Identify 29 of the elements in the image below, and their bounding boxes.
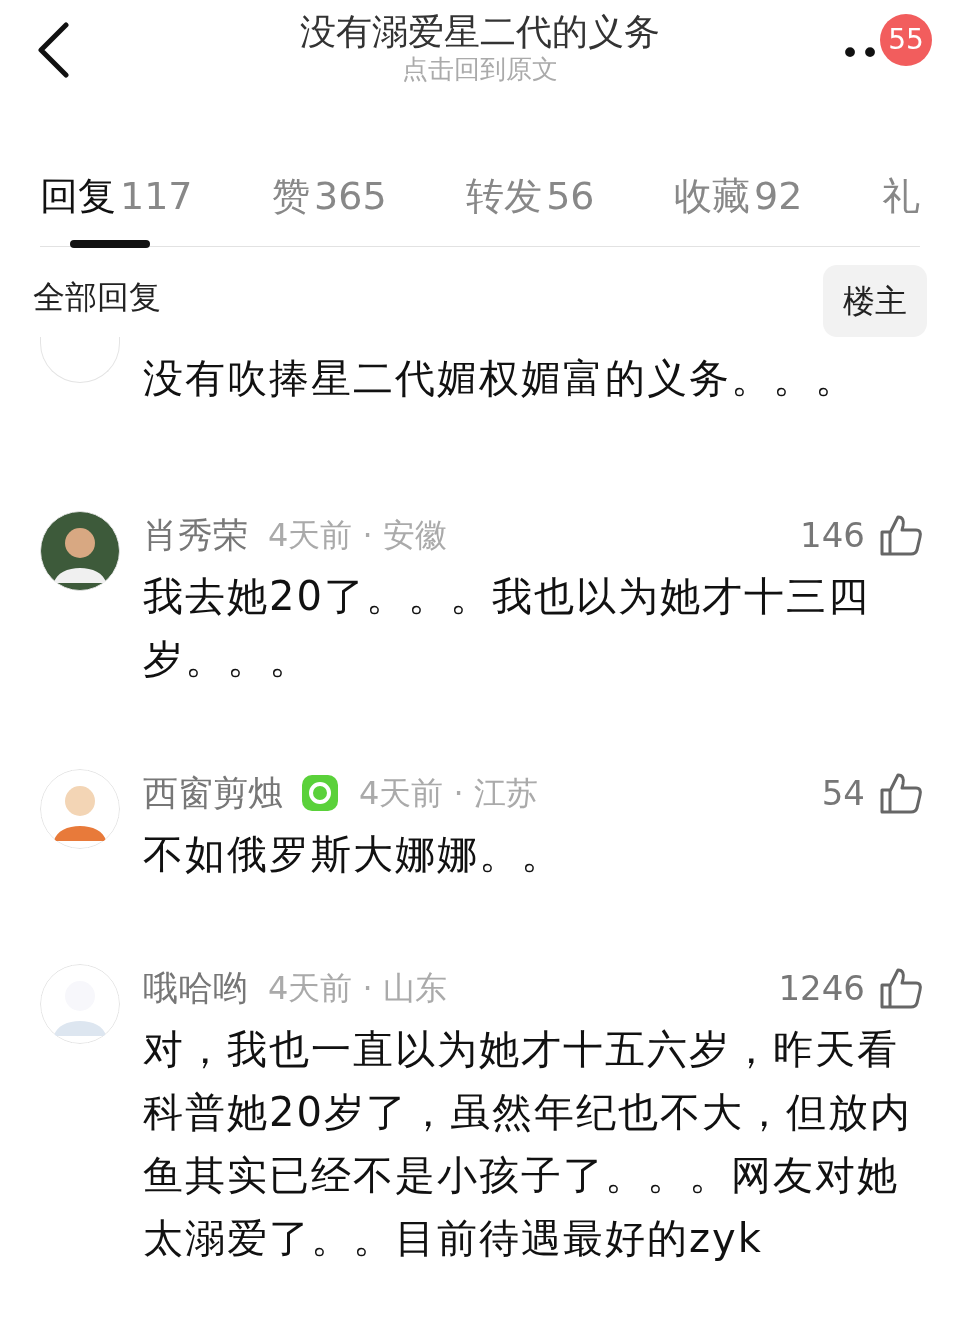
comment-meta: 4天前 · 安徽: [268, 515, 447, 556]
comment-text: 没有吹捧星二代媚权媚富的义务。。。: [143, 354, 858, 403]
comment-text: 我去她20了。。。我也以为她才十三四岁。。。: [143, 572, 871, 684]
thumbs-up-icon[interactable]: [879, 771, 923, 815]
comment-meta: 4天前 · 山东: [268, 968, 447, 1009]
back-to-original-link[interactable]: 点击回到原文: [402, 53, 558, 87]
thumbs-up-icon[interactable]: [879, 513, 923, 557]
page-title: 没有溺爱星二代的义务: [300, 10, 660, 54]
tab[interactable]: 收藏92: [674, 160, 803, 246]
back-icon[interactable]: [36, 22, 70, 78]
like-count: 54: [821, 771, 865, 815]
notification-badge: 55: [880, 14, 932, 66]
like-count: 1246: [778, 966, 865, 1010]
username[interactable]: 西窗剪烛: [143, 766, 283, 820]
author-filter-button[interactable]: 楼主: [823, 265, 927, 337]
username[interactable]: 哦哈哟: [143, 961, 248, 1015]
username[interactable]: 肖秀荣: [143, 508, 248, 562]
avatar[interactable]: [40, 511, 120, 591]
tab[interactable]: 礼: [881, 160, 920, 246]
thumbs-up-icon[interactable]: [879, 966, 923, 1010]
tab[interactable]: 回复 117: [40, 160, 193, 246]
like-count: 146: [800, 513, 865, 557]
more-button[interactable]: ••: [839, 36, 880, 70]
comment-text: 不如俄罗斯大娜娜。。: [143, 830, 564, 879]
comment-meta: 4天前 · 江苏: [359, 773, 538, 814]
tab[interactable]: 赞 365: [272, 160, 387, 246]
tab[interactable]: 转发 56: [466, 160, 595, 246]
comment-text: 对，我也一直以为她才十五六岁，昨天看科普她20岁了，虽然年纪也不大，但放内鱼其实已经不是小孩子了。。。网友对她太溺爱了。。目前待遇最好的zyk: [143, 1025, 913, 1263]
section-label: 全部回复: [33, 277, 161, 318]
